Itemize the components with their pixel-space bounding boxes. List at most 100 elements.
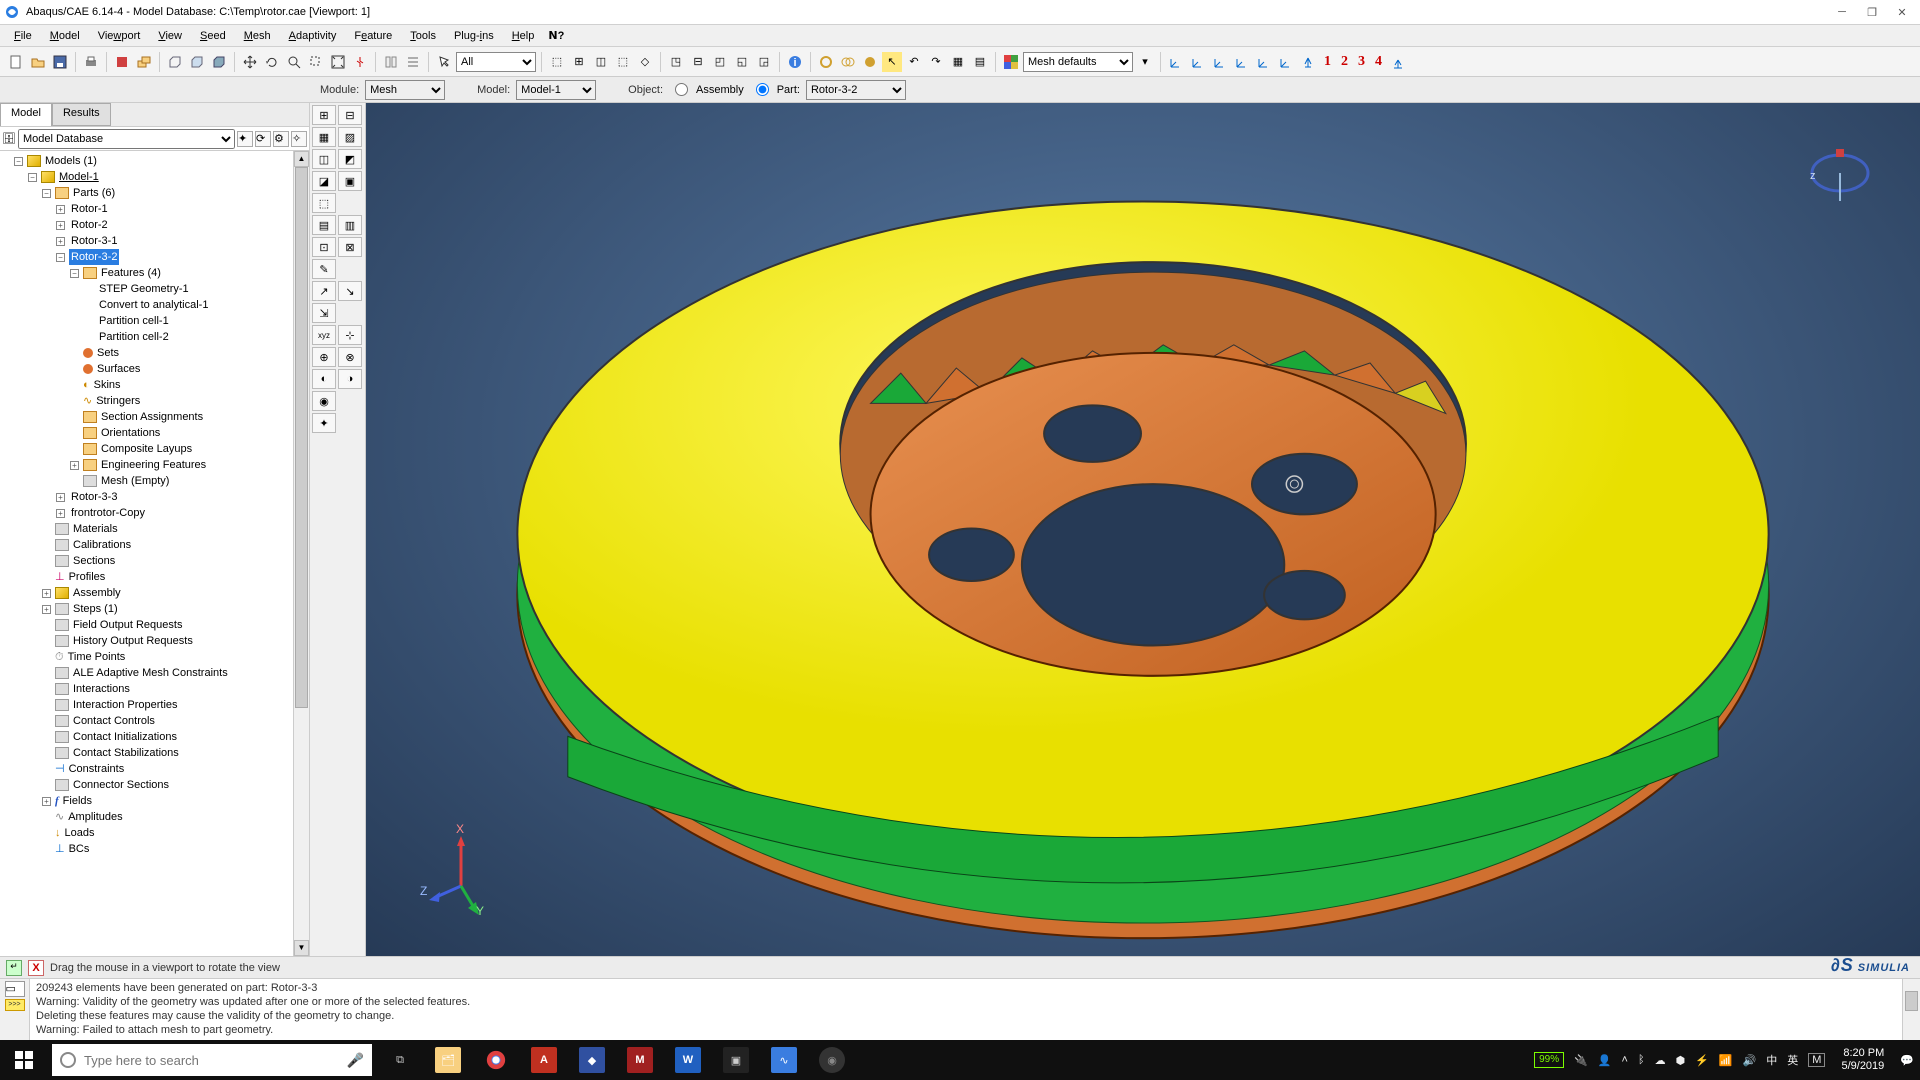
tool-triad[interactable]: ⊹ bbox=[338, 325, 362, 345]
context-help-icon[interactable]: 𝗡? bbox=[548, 29, 564, 42]
tool-g1[interactable]: ↗ bbox=[312, 281, 336, 301]
wifi-icon[interactable]: ⚡ bbox=[1695, 1054, 1709, 1067]
model-dropdown[interactable]: Model-1 bbox=[516, 80, 596, 100]
tool-l1[interactable]: ✦ bbox=[312, 413, 336, 433]
tree-interactions[interactable]: Interactions bbox=[71, 681, 132, 697]
tree-rotor-3-1[interactable]: Rotor-3-1 bbox=[69, 233, 119, 249]
clock[interactable]: 8:20 PM 5/9/2019 bbox=[1835, 1047, 1890, 1073]
new-icon[interactable] bbox=[6, 52, 26, 72]
tool-e2[interactable]: ⊠ bbox=[338, 237, 362, 257]
taskbar-mendeley[interactable]: M bbox=[616, 1040, 664, 1080]
tree-skins[interactable]: Skins bbox=[92, 377, 123, 393]
tree-btn-2[interactable]: ⟳ bbox=[255, 131, 271, 147]
message-log[interactable]: 209243 elements have been generated on p… bbox=[30, 979, 1902, 1040]
tree-btn-4[interactable]: ✧ bbox=[291, 131, 307, 147]
tree-calibrations[interactable]: Calibrations bbox=[71, 537, 133, 553]
tree-rotor-2[interactable]: Rotor-2 bbox=[69, 217, 110, 233]
people-icon[interactable]: 👤 bbox=[1598, 1054, 1612, 1067]
view-1-button[interactable]: 1 bbox=[1320, 54, 1335, 70]
minimize-button[interactable]: ─ bbox=[1828, 2, 1856, 22]
tool-i2[interactable]: ⊗ bbox=[338, 347, 362, 367]
taskbar-acrobat[interactable]: A bbox=[520, 1040, 568, 1080]
tree-field-output[interactable]: Field Output Requests bbox=[71, 617, 184, 633]
tool-j2[interactable]: ◑ bbox=[338, 369, 362, 389]
tool-g2[interactable]: ↘ bbox=[338, 281, 362, 301]
model-tree[interactable]: −Models (1) −Model-1 −Parts (6) +Rotor-1… bbox=[0, 151, 293, 956]
save-icon[interactable] bbox=[50, 52, 70, 72]
color-icon[interactable] bbox=[1001, 52, 1021, 72]
menu-view[interactable]: View bbox=[150, 28, 190, 44]
csys3-icon[interactable] bbox=[1210, 52, 1230, 72]
onedrive-icon[interactable]: ☁ bbox=[1655, 1054, 1666, 1067]
tree-contact-controls[interactable]: Contact Controls bbox=[71, 713, 157, 729]
tool-mesh-region[interactable]: ▨ bbox=[338, 127, 362, 147]
menu-viewport[interactable]: Viewport bbox=[90, 28, 149, 44]
undo-icon[interactable]: ↶ bbox=[904, 52, 924, 72]
tree-model-1[interactable]: Model-1 bbox=[57, 169, 101, 185]
t5-icon[interactable]: ◇ bbox=[635, 52, 655, 72]
redo-icon[interactable]: ↷ bbox=[926, 52, 946, 72]
tree-connector[interactable]: Connector Sections bbox=[71, 777, 171, 793]
message-cli-icon[interactable]: >>> bbox=[5, 999, 25, 1011]
maximize-button[interactable]: ❐ bbox=[1858, 2, 1886, 22]
rotate-icon[interactable] bbox=[262, 52, 282, 72]
tree-contact-stab[interactable]: Contact Stabilizations bbox=[71, 745, 181, 761]
tree-models[interactable]: Models (1) bbox=[43, 153, 99, 169]
csys8-icon[interactable] bbox=[1388, 52, 1408, 72]
tree-amplitudes[interactable]: Amplitudes bbox=[66, 809, 124, 825]
menu-help[interactable]: Help bbox=[504, 28, 543, 44]
zoom-icon[interactable] bbox=[284, 52, 304, 72]
task-view-button[interactable]: ⧉ bbox=[376, 1040, 424, 1080]
csys2-icon[interactable] bbox=[1188, 52, 1208, 72]
menu-model[interactable]: Model bbox=[42, 28, 88, 44]
tool-b1[interactable]: ◪ bbox=[312, 171, 336, 191]
tree-step-geom[interactable]: STEP Geometry-1 bbox=[97, 281, 191, 297]
query-icon[interactable] bbox=[381, 52, 401, 72]
tree-btn-1[interactable]: ✦ bbox=[237, 131, 253, 147]
tray-chevron-icon[interactable]: ˄ bbox=[1622, 1054, 1628, 1066]
taskbar-app1[interactable]: ◆ bbox=[568, 1040, 616, 1080]
select-icon[interactable] bbox=[434, 52, 454, 72]
tool-c1[interactable]: ⬚ bbox=[312, 193, 336, 213]
ime-cn[interactable]: 中 bbox=[1766, 1052, 1777, 1068]
tree-rotor-1[interactable]: Rotor-1 bbox=[69, 201, 110, 217]
tree-filter-dropdown[interactable]: Model Database bbox=[18, 129, 235, 149]
tool-i1[interactable]: ⊕ bbox=[312, 347, 336, 367]
menu-feature[interactable]: Feature bbox=[346, 28, 400, 44]
render-style-dropdown[interactable]: Mesh defaults bbox=[1023, 52, 1133, 72]
tree-mesh-empty[interactable]: Mesh (Empty) bbox=[99, 473, 171, 489]
t1-icon[interactable]: ⬚ bbox=[547, 52, 567, 72]
module-dropdown[interactable]: Mesh bbox=[365, 80, 445, 100]
tree-history-output[interactable]: History Output Requests bbox=[71, 633, 195, 649]
t2-icon[interactable]: ⊞ bbox=[569, 52, 589, 72]
tool-seed-part[interactable]: ⊞ bbox=[312, 105, 336, 125]
tool-h1[interactable]: ⇲ bbox=[312, 303, 336, 323]
tree-scrollbar[interactable]: ▲ ▼ bbox=[293, 151, 309, 956]
tool-xyz[interactable]: xyz bbox=[312, 325, 336, 345]
palette-icon[interactable]: ▾ bbox=[1135, 52, 1155, 72]
tree-rotor-3-2[interactable]: Rotor-3-2 bbox=[69, 249, 119, 265]
close-button[interactable]: ✕ bbox=[1888, 2, 1916, 22]
tree-assembly[interactable]: Assembly bbox=[71, 585, 123, 601]
t3-icon[interactable]: ◫ bbox=[591, 52, 611, 72]
tool-seed-edge[interactable]: ⊟ bbox=[338, 105, 362, 125]
ring1-icon[interactable] bbox=[816, 52, 836, 72]
taskbar-word[interactable]: W bbox=[664, 1040, 712, 1080]
tree-partition-2[interactable]: Partition cell-2 bbox=[97, 329, 171, 345]
tool-a2[interactable]: ◩ bbox=[338, 149, 362, 169]
tree-orientations[interactable]: Orientations bbox=[99, 425, 162, 441]
tree-btn-3[interactable]: ⚙ bbox=[273, 131, 289, 147]
tree-bcs[interactable]: BCs bbox=[67, 841, 92, 857]
stack-icon[interactable] bbox=[134, 52, 154, 72]
cycle-icon[interactable] bbox=[350, 52, 370, 72]
tool-k1[interactable]: ◉ bbox=[312, 391, 336, 411]
zoom-box-icon[interactable] bbox=[306, 52, 326, 72]
grid1-icon[interactable]: ▦ bbox=[948, 52, 968, 72]
part-dropdown[interactable]: Rotor-3-2 bbox=[806, 80, 906, 100]
tree-composite[interactable]: Composite Layups bbox=[99, 441, 194, 457]
tab-results[interactable]: Results bbox=[52, 103, 111, 126]
pan-icon[interactable] bbox=[240, 52, 260, 72]
tool-j1[interactable]: ◐ bbox=[312, 369, 336, 389]
tool-d2[interactable]: ▥ bbox=[338, 215, 362, 235]
tree-fields[interactable]: Fields bbox=[61, 793, 94, 809]
